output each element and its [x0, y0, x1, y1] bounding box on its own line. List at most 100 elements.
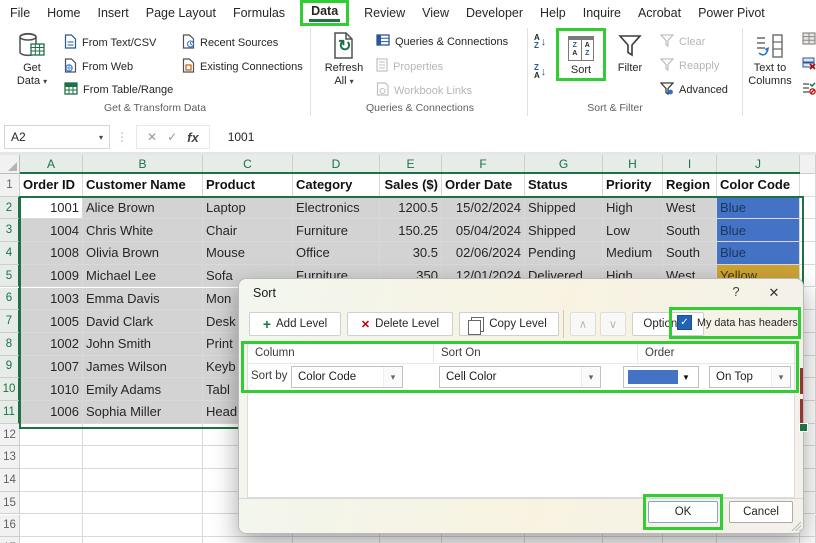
- row-header-13[interactable]: 13: [0, 446, 20, 470]
- cell-header[interactable]: Status: [525, 174, 603, 197]
- cell[interactable]: 150.25: [380, 219, 442, 243]
- workbook-links-button[interactable]: Workbook Links: [376, 82, 472, 99]
- tab-acrobat[interactable]: Acrobat: [636, 3, 683, 23]
- cell[interactable]: Electronics: [293, 196, 380, 220]
- cell[interactable]: 1200.5: [380, 196, 442, 220]
- row-header-7[interactable]: 7: [0, 310, 20, 333]
- cell[interactable]: [800, 219, 816, 243]
- tab-formulas[interactable]: Formulas: [231, 3, 287, 23]
- select-all-corner[interactable]: [0, 155, 20, 174]
- cell[interactable]: [603, 537, 663, 543]
- resize-grip[interactable]: [790, 520, 801, 531]
- tab-help[interactable]: Help: [538, 3, 568, 23]
- cell[interactable]: South: [663, 219, 717, 243]
- tab-view[interactable]: View: [420, 3, 451, 23]
- cell[interactable]: 1005: [20, 310, 83, 333]
- cell[interactable]: 02/06/2024: [442, 242, 525, 265]
- formula-input[interactable]: 1001: [219, 126, 814, 148]
- cell[interactable]: Blue: [717, 219, 800, 243]
- cell[interactable]: Shipped: [525, 196, 603, 220]
- column-header-F[interactable]: F: [442, 155, 525, 174]
- cell[interactable]: [663, 537, 717, 543]
- text-to-columns-button[interactable]: Text to Columns: [744, 30, 796, 87]
- cell[interactable]: [83, 514, 203, 538]
- cell[interactable]: [800, 242, 816, 265]
- color-swatch-dropdown[interactable]: ▼: [623, 366, 699, 388]
- cell[interactable]: [800, 537, 816, 543]
- column-header-E[interactable]: E: [380, 155, 442, 174]
- cell[interactable]: [203, 537, 293, 543]
- cell[interactable]: 1009: [20, 264, 83, 288]
- sort-on-dropdown[interactable]: Cell Color ▾: [439, 366, 601, 388]
- cell[interactable]: Blue: [717, 196, 800, 220]
- fill-handle[interactable]: [799, 423, 808, 432]
- column-header-D[interactable]: D: [293, 155, 380, 174]
- cell[interactable]: Low: [603, 219, 663, 243]
- properties-button[interactable]: Properties: [376, 58, 443, 75]
- cell[interactable]: Chris White: [83, 219, 203, 243]
- cell[interactable]: [83, 446, 203, 470]
- tab-data[interactable]: Data: [300, 0, 350, 26]
- cell[interactable]: Michael Lee: [83, 264, 203, 288]
- cell[interactable]: [20, 446, 83, 470]
- clear-filter-button[interactable]: Clear: [659, 34, 705, 50]
- column-header-A[interactable]: A: [20, 155, 83, 174]
- cell-header[interactable]: Product: [203, 174, 293, 197]
- row-header-3[interactable]: 3: [0, 219, 20, 243]
- cell[interactable]: [83, 537, 203, 543]
- cell[interactable]: [83, 423, 203, 447]
- cell[interactable]: 1001: [20, 196, 83, 220]
- cell[interactable]: [293, 537, 380, 543]
- cell-header[interactable]: Customer Name: [83, 174, 203, 197]
- cell-header[interactable]: Order ID: [20, 174, 83, 197]
- help-icon[interactable]: ?: [725, 284, 747, 299]
- advanced-filter-button[interactable]: Advanced: [659, 82, 728, 98]
- from-text-csv-button[interactable]: From Text/CSV: [64, 34, 156, 52]
- confirm-entry-icon[interactable]: ✓: [167, 130, 177, 144]
- cell[interactable]: Alice Brown: [83, 196, 203, 220]
- tab-developer[interactable]: Developer: [464, 3, 525, 23]
- cell-header[interactable]: Category: [293, 174, 380, 197]
- cell[interactable]: 15/02/2024: [442, 196, 525, 220]
- cell[interactable]: [525, 537, 603, 543]
- cell-header[interactable]: Sales ($): [380, 174, 442, 197]
- order-dropdown[interactable]: On Top ▾: [709, 366, 791, 388]
- cell[interactable]: Furniture: [293, 219, 380, 243]
- cell[interactable]: South: [663, 242, 717, 265]
- column-header-I[interactable]: I: [663, 155, 717, 174]
- cell[interactable]: Medium: [603, 242, 663, 265]
- cell[interactable]: Sophia Miller: [83, 401, 203, 424]
- tab-file[interactable]: File: [8, 3, 32, 23]
- move-down-button[interactable]: ∨: [600, 312, 626, 336]
- cell[interactable]: Mouse: [203, 242, 293, 265]
- column-header-B[interactable]: B: [83, 155, 203, 174]
- cell[interactable]: 1008: [20, 242, 83, 265]
- cell[interactable]: 1003: [20, 287, 83, 311]
- cell[interactable]: Laptop: [203, 196, 293, 220]
- row-header-11[interactable]: 11: [0, 401, 20, 424]
- row-header-15[interactable]: 15: [0, 491, 20, 515]
- cell[interactable]: Pending: [525, 242, 603, 265]
- row-header-2[interactable]: 2: [0, 196, 20, 220]
- cell[interactable]: [20, 491, 83, 515]
- cell[interactable]: John Smith: [83, 332, 203, 356]
- cell[interactable]: 30.5: [380, 242, 442, 265]
- tab-insert[interactable]: Insert: [96, 3, 131, 23]
- cell[interactable]: [20, 514, 83, 538]
- column-header-J[interactable]: J: [717, 155, 800, 174]
- refresh-all-button[interactable]: ↻ Refresh All ▾: [318, 30, 370, 87]
- name-box[interactable]: A2 ▾: [4, 125, 110, 149]
- tab-review[interactable]: Review: [362, 3, 407, 23]
- cell[interactable]: [83, 491, 203, 515]
- cell[interactable]: High: [603, 196, 663, 220]
- cell[interactable]: [380, 537, 442, 543]
- row-header-16[interactable]: 16: [0, 514, 20, 538]
- cell-header[interactable]: Region: [663, 174, 717, 197]
- copy-level-button[interactable]: Copy Level: [459, 312, 559, 336]
- cancel-button[interactable]: Cancel: [729, 501, 793, 523]
- cell[interactable]: 1002: [20, 332, 83, 356]
- row-header-6[interactable]: 6: [0, 287, 20, 311]
- column-header-C[interactable]: C: [203, 155, 293, 174]
- cell-header[interactable]: Color Code: [717, 174, 800, 197]
- cell[interactable]: [20, 469, 83, 492]
